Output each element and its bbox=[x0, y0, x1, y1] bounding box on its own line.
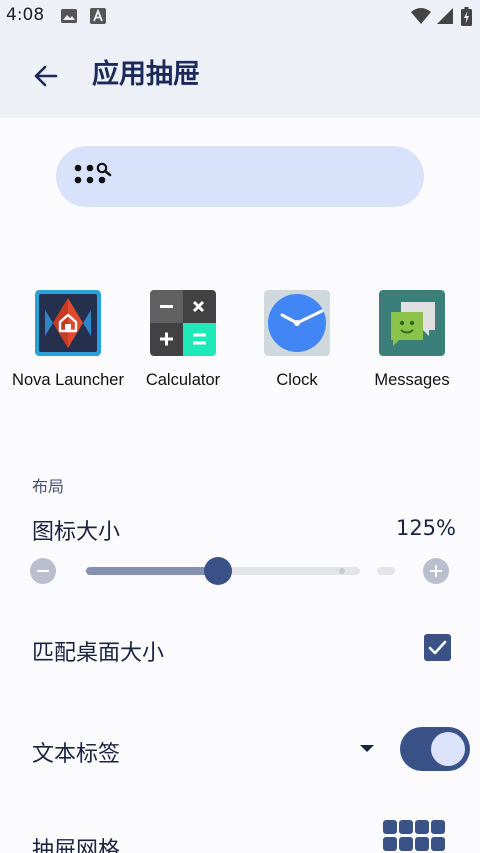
app-label: Nova Launcher bbox=[12, 371, 124, 389]
slider-extra-segment bbox=[377, 567, 395, 575]
app-label: Calculator bbox=[145, 371, 221, 389]
cellular-signal-icon bbox=[437, 8, 453, 24]
font-notification-icon bbox=[90, 8, 106, 24]
wifi-icon bbox=[411, 8, 431, 24]
messages-icon bbox=[379, 290, 445, 356]
page-title: 应用抽屉 bbox=[92, 59, 200, 90]
app-item-nova-launcher[interactable]: Nova Launcher bbox=[11, 290, 125, 390]
nova-launcher-icon bbox=[35, 290, 101, 356]
battery-charging-icon bbox=[461, 7, 472, 26]
text-labels-title: 文本标签 bbox=[32, 742, 121, 767]
app-label: Clock bbox=[276, 371, 318, 389]
decrease-icon-size-button[interactable] bbox=[30, 558, 56, 584]
app-item-clock[interactable]: Clock bbox=[240, 290, 354, 390]
icon-size-slider-fill bbox=[86, 567, 218, 575]
status-bar: 4:08 bbox=[0, 0, 480, 34]
section-header-layout: 布局 bbox=[32, 477, 65, 496]
app-drawer-search-icon bbox=[74, 162, 112, 184]
app-bar: 应用抽屉 bbox=[0, 34, 480, 118]
match-desktop-size-title: 匹配桌面大小 bbox=[32, 641, 165, 666]
increase-icon-size-button[interactable] bbox=[423, 558, 449, 584]
icon-size-title: 图标大小 bbox=[32, 520, 121, 545]
app-item-calculator[interactable]: Calculator bbox=[126, 290, 240, 390]
search-bar[interactable] bbox=[56, 146, 424, 207]
text-labels-dropdown-arrow-icon[interactable] bbox=[360, 745, 374, 752]
icon-size-value: 125% bbox=[395, 516, 456, 540]
icon-size-slider-thumb[interactable] bbox=[204, 557, 232, 585]
app-item-messages[interactable]: Messages bbox=[355, 290, 469, 390]
app-label: Messages bbox=[374, 371, 450, 389]
toggle-knob bbox=[431, 732, 465, 766]
text-labels-toggle[interactable] bbox=[400, 727, 470, 771]
back-button[interactable] bbox=[26, 56, 66, 96]
drawer-grid-icon[interactable] bbox=[383, 820, 447, 853]
checkmark-icon bbox=[428, 640, 447, 655]
clock-icon bbox=[264, 290, 330, 356]
drawer-grid-title: 抽屉网格 bbox=[32, 838, 121, 853]
calculator-icon bbox=[150, 290, 216, 356]
status-time: 4:08 bbox=[6, 5, 45, 25]
match-desktop-size-checkbox[interactable] bbox=[424, 634, 451, 661]
arrow-back-icon bbox=[34, 65, 58, 87]
slider-tick-mark bbox=[339, 568, 345, 574]
gallery-notification-icon bbox=[61, 9, 77, 23]
